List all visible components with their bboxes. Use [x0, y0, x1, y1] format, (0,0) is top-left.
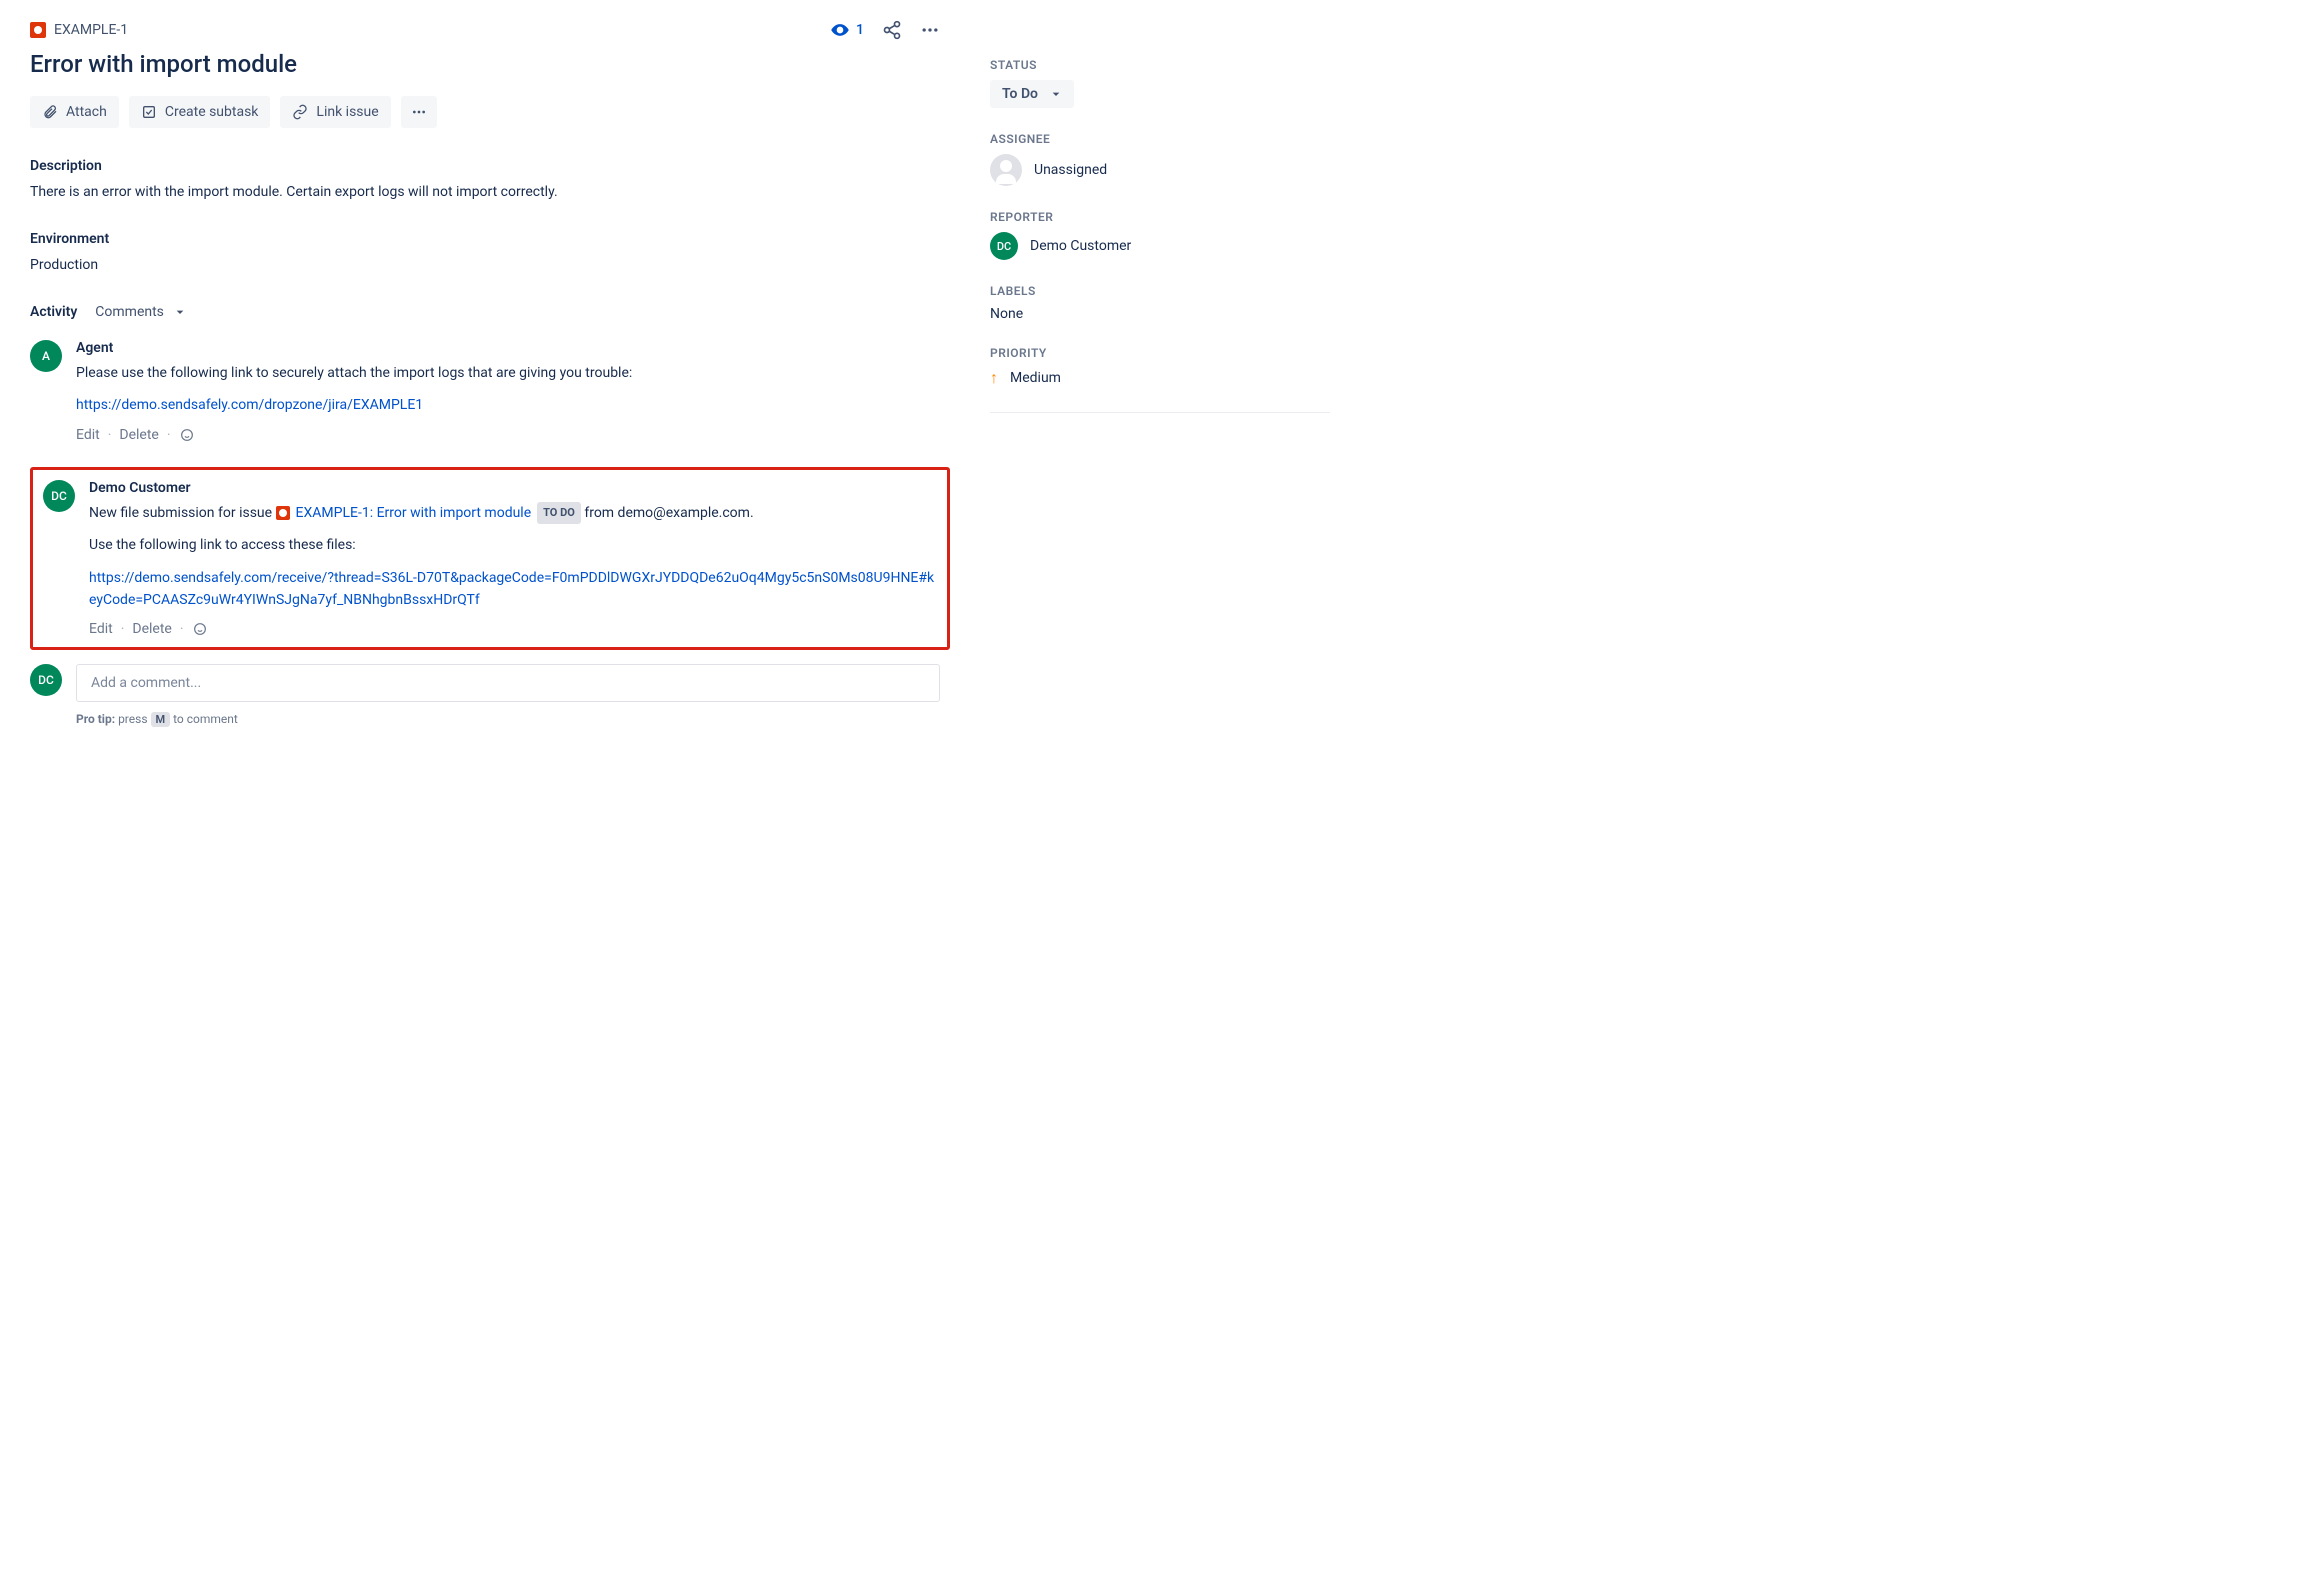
eye-icon	[830, 20, 850, 40]
avatar: A	[30, 340, 62, 372]
add-comment-input[interactable]: Add a comment...	[76, 664, 940, 702]
add-reaction-button[interactable]	[179, 427, 195, 443]
comment-text: Use the following link to access these f…	[89, 534, 937, 556]
comment-author[interactable]: Demo Customer	[89, 480, 937, 496]
paperclip-icon	[42, 104, 58, 120]
watch-count: 1	[856, 22, 864, 38]
issue-key: EXAMPLE-1	[54, 22, 128, 38]
chevron-down-icon	[1048, 86, 1064, 102]
chevron-down-icon	[172, 304, 188, 320]
inline-issue-link[interactable]: EXAMPLE-1: Error with import module TO D…	[276, 502, 581, 524]
share-icon	[882, 20, 902, 40]
dots-horizontal-icon	[920, 20, 940, 40]
dots-horizontal-icon	[411, 104, 427, 120]
issue-type-icon	[30, 22, 46, 38]
edit-comment[interactable]: Edit	[89, 621, 113, 637]
comment-author[interactable]: Agent	[76, 340, 940, 356]
breadcrumb[interactable]: EXAMPLE-1	[30, 22, 128, 38]
status-dropdown[interactable]: To Do	[990, 80, 1074, 108]
reporter-label: REPORTER	[990, 210, 1330, 224]
link-icon	[292, 104, 308, 120]
avatar: DC	[30, 664, 62, 696]
labels-field[interactable]: None	[990, 306, 1330, 322]
create-subtask-button[interactable]: Create subtask	[129, 96, 271, 128]
description-label: Description	[30, 158, 940, 174]
delete-comment[interactable]: Delete	[119, 427, 158, 443]
reporter-field[interactable]: DC Demo Customer	[990, 232, 1330, 260]
comment-link[interactable]: https://demo.sendsafely.com/dropzone/jir…	[76, 397, 423, 413]
environment-label: Environment	[30, 231, 940, 247]
attach-button[interactable]: Attach	[30, 96, 119, 128]
description-value[interactable]: There is an error with the import module…	[30, 182, 940, 203]
unassigned-avatar-icon	[990, 154, 1022, 186]
labels-label: LABELS	[990, 284, 1330, 298]
subtask-icon	[141, 104, 157, 120]
comment-link[interactable]: https://demo.sendsafely.com/receive/?thr…	[89, 570, 934, 608]
smiley-plus-icon	[179, 427, 195, 443]
priority-medium-icon: ↑	[990, 368, 998, 388]
share-button[interactable]	[882, 20, 902, 40]
more-content-actions-button[interactable]	[401, 96, 437, 128]
priority-label: PRIORITY	[990, 346, 1330, 360]
status-badge: TO DO	[537, 502, 581, 524]
watch-button[interactable]: 1	[830, 20, 864, 40]
more-actions-button[interactable]	[920, 20, 940, 40]
delete-comment[interactable]: Delete	[132, 621, 171, 637]
page-title[interactable]: Error with import module	[30, 50, 940, 78]
assignee-label: ASSIGNEE	[990, 132, 1330, 146]
comment: A Agent Please use the following link to…	[30, 340, 940, 443]
activity-label: Activity	[30, 304, 77, 320]
avatar: DC	[990, 232, 1018, 260]
edit-comment[interactable]: Edit	[76, 427, 100, 443]
assignee-field[interactable]: Unassigned	[990, 154, 1330, 186]
issue-type-icon	[276, 506, 290, 520]
priority-field[interactable]: ↑ Medium	[990, 368, 1330, 388]
environment-value[interactable]: Production	[30, 255, 940, 276]
avatar: DC	[43, 480, 75, 512]
comment-text: New file submission for issue EXAMPLE-1:…	[89, 502, 937, 524]
comment-text: Please use the following link to securel…	[76, 362, 940, 384]
highlighted-comment-box: DC Demo Customer New file submission for…	[30, 467, 950, 651]
link-issue-button[interactable]: Link issue	[280, 96, 390, 128]
keyboard-key: M	[151, 712, 171, 727]
smiley-plus-icon	[192, 621, 208, 637]
status-label: STATUS	[990, 58, 1330, 72]
add-reaction-button[interactable]	[192, 621, 208, 637]
comment: DC Demo Customer New file submission for…	[43, 480, 937, 638]
pro-tip-text: Pro tip: press M to comment	[76, 712, 940, 727]
activity-filter-dropdown[interactable]: Comments	[95, 304, 188, 320]
